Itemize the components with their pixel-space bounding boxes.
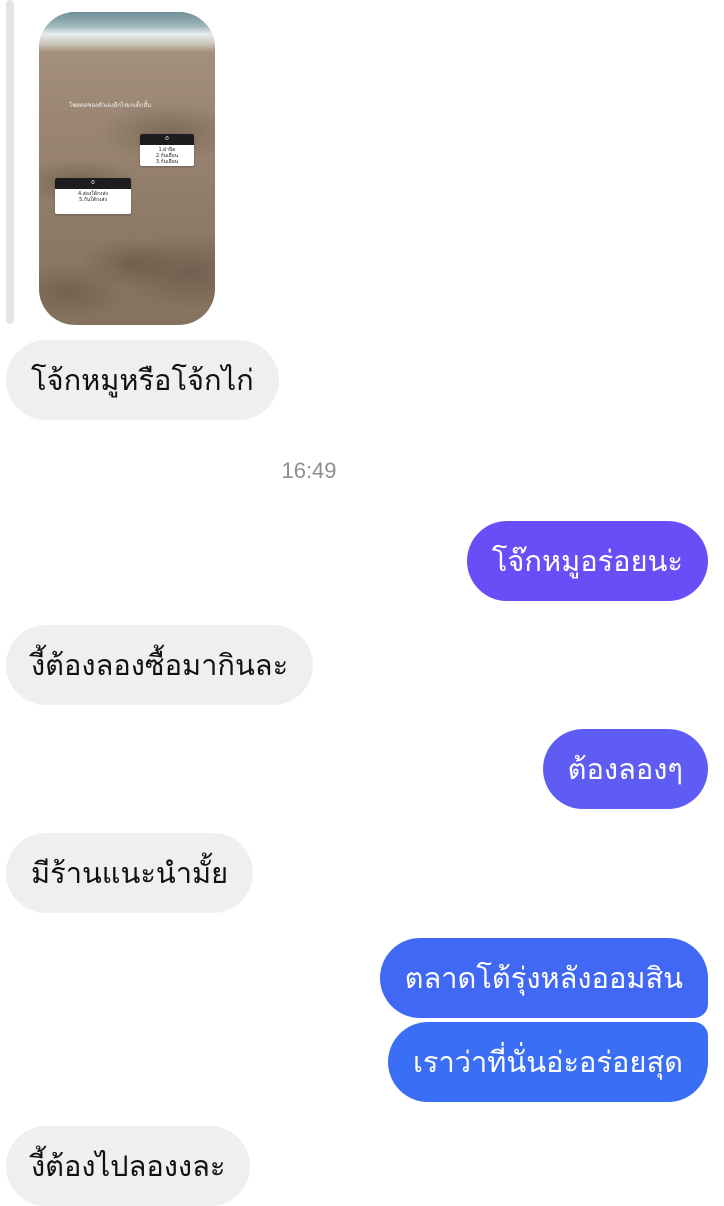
message-bubble-incoming[interactable]: โจ้กหมูหรือโจ้กไก่ bbox=[6, 340, 279, 420]
message-bubble-incoming[interactable]: มีร้านแนะนำมั้ย bbox=[6, 833, 254, 913]
sticker-header: ⏱ bbox=[55, 178, 131, 189]
sticker-body: 1.ฝาปิด 2.ก้นเยือน 3.ก้นเยือน bbox=[140, 145, 194, 166]
story-poll-sticker-1: ⏱ 1.ฝาปิด 2.ก้นเยือน 3.ก้นเยือน bbox=[140, 134, 194, 166]
story-image-sea bbox=[39, 12, 215, 52]
sticker-line: 5.ก้นใต้กงส่ง bbox=[79, 197, 107, 203]
story-reply-thumbnail[interactable]: โพสตอของตัวเองอีกไข่เกเด็กสั้น ⏱ 1.ฝาปิด… bbox=[39, 12, 215, 325]
message-bubble-incoming[interactable]: งี้ต้องไปลองงละ bbox=[6, 1126, 251, 1206]
story-poll-sticker-2: ⏱ 4.ส่องใต้กงส่ง 5.ก้นใต้กงส่ง bbox=[55, 178, 131, 214]
message-bubble-incoming[interactable]: งี้ต้องลองซื้อมากินละ bbox=[6, 625, 314, 705]
sticker-body: 4.ส่องใต้กงส่ง 5.ก้นใต้กงส่ง bbox=[55, 189, 131, 205]
sticker-line: 3.ก้นเยือน bbox=[155, 159, 179, 165]
sticker-header: ⏱ bbox=[140, 134, 194, 145]
reply-indicator-bar bbox=[6, 0, 14, 324]
message-bubble-outgoing[interactable]: ต้องลองๆ bbox=[542, 729, 708, 809]
message-bubble-outgoing[interactable]: ตลาดโต้รุ่งหลังออมสิน bbox=[379, 938, 708, 1018]
message-bubble-outgoing[interactable]: เราว่าที่นั่นอ่ะอร่อยสุด bbox=[387, 1022, 708, 1102]
message-timestamp: 16:49 bbox=[281, 458, 337, 483]
story-headline-text: โพสตอของตัวเองอีกไข่เกเด็กสั้น bbox=[69, 102, 152, 109]
message-bubble-outgoing[interactable]: โจ๊กหมูอร่อยนะ bbox=[466, 521, 708, 601]
